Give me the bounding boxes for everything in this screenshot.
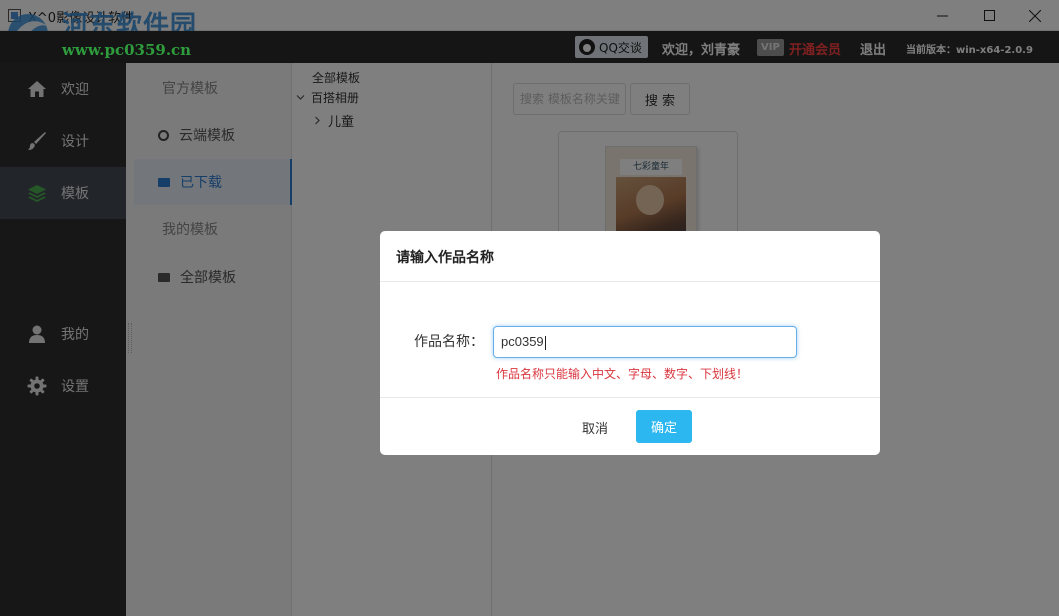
text-caret <box>544 335 546 350</box>
dialog-title: 请输入作品名称 <box>396 250 494 266</box>
cancel-button[interactable]: 取消 <box>570 410 620 444</box>
work-name-input[interactable]: pc0359 <box>493 326 797 358</box>
dialog-header: 请输入作品名称 <box>380 231 880 282</box>
dialog-footer: 取消 确定 <box>380 397 880 455</box>
work-name-value: pc0359 <box>501 334 544 349</box>
work-name-label: 作品名称： <box>414 334 484 350</box>
validation-error: 作品名称只能输入中文、字母、数字、下划线！ <box>496 367 749 381</box>
work-name-dialog: 请输入作品名称 作品名称： pc0359 作品名称只能输入中文、字母、数字、下划… <box>380 231 880 455</box>
confirm-button[interactable]: 确定 <box>636 410 692 443</box>
